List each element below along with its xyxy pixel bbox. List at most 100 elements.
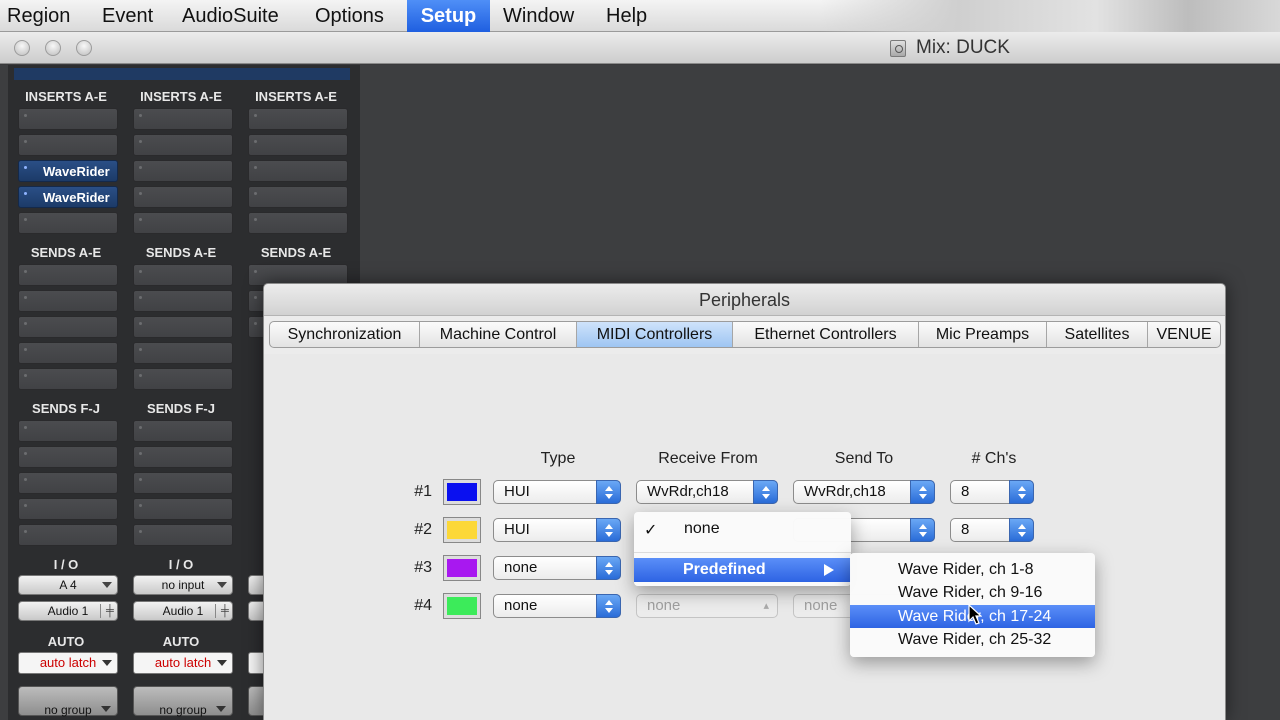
type-select[interactable]: HUI — [493, 518, 621, 542]
color-fill — [447, 483, 477, 501]
column-receive-from: Receive From — [658, 450, 758, 467]
automation-mode-selector[interactable]: auto latch — [133, 652, 233, 674]
chevron-down-icon — [101, 706, 111, 712]
tab-synchronization[interactable]: Synchronization — [270, 322, 420, 347]
tab-ethernet-controllers[interactable]: Ethernet Controllers — [733, 322, 919, 347]
submenu-item-wave-rider-ch-9-16[interactable]: Wave Rider, ch 9-16 — [850, 581, 1095, 604]
send-slot-b[interactable] — [133, 290, 233, 312]
insert-slot-e[interactable] — [18, 212, 118, 234]
output-selector[interactable]: Audio 1 ╪ — [18, 601, 118, 621]
tab-satellites[interactable]: Satellites — [1047, 322, 1148, 347]
submenu-item-wave-rider-ch-1-8[interactable]: Wave Rider, ch 1-8 — [850, 558, 1095, 581]
receive-from-select[interactable]: none ▴ — [636, 594, 778, 618]
inserts-label: INSERTS A-E — [140, 89, 222, 104]
insert-slot-d[interactable] — [133, 186, 233, 208]
input-selector[interactable]: no input — [133, 575, 233, 595]
send-slot-j[interactable] — [18, 524, 118, 546]
send-slot-h[interactable] — [133, 472, 233, 494]
send-slot-a[interactable] — [18, 264, 118, 286]
chevron-down-icon — [102, 660, 112, 666]
insert-slot-e[interactable] — [248, 212, 348, 234]
insert-slot-b[interactable] — [248, 134, 348, 156]
automation-mode-selector[interactable]: auto latch — [18, 652, 118, 674]
fader-icon: ╪ — [106, 605, 114, 617]
channels-select[interactable]: 8 — [950, 480, 1034, 504]
controller-color-swatch[interactable] — [443, 479, 481, 505]
input-selector[interactable]: A 4 — [18, 575, 118, 595]
send-slot-d[interactable] — [133, 342, 233, 364]
send-slot-e[interactable] — [133, 368, 233, 390]
menu-help[interactable]: Help — [593, 0, 660, 32]
zoom-window-button[interactable] — [76, 40, 92, 56]
channels-select[interactable]: 8 — [950, 518, 1034, 542]
stepper-arrows-icon — [910, 518, 935, 542]
send-to-select[interactable]: WvRdr,ch18 — [793, 480, 935, 504]
output-selector[interactable]: Audio 1 ╪ — [133, 601, 233, 621]
send-slot-c[interactable] — [18, 316, 118, 338]
send-slot-h[interactable] — [18, 472, 118, 494]
menu-item-none[interactable]: none — [684, 520, 720, 538]
insert-slot-c[interactable] — [133, 160, 233, 182]
insert-slot-b[interactable] — [18, 134, 118, 156]
send-slot-j[interactable] — [133, 524, 233, 546]
minimize-window-button[interactable] — [45, 40, 61, 56]
insert-slot-d[interactable] — [248, 186, 348, 208]
menu-event[interactable]: Event — [89, 0, 166, 32]
sends-fj-label: SENDS F-J — [147, 401, 215, 416]
menu-window[interactable]: Window — [490, 0, 587, 32]
menu-options[interactable]: Options — [302, 0, 397, 32]
group-selector[interactable]: no group — [18, 686, 118, 717]
menu-audiosuite[interactable]: AudioSuite — [169, 0, 292, 32]
insert-slot-e[interactable] — [133, 212, 233, 234]
insert-slot-c[interactable] — [248, 160, 348, 182]
insert-slot-d[interactable]: WaveRider — [18, 186, 118, 208]
tab-venue[interactable]: VENUE — [1148, 322, 1220, 347]
stepper-arrows-icon — [596, 594, 621, 618]
send-slot-g[interactable] — [133, 446, 233, 468]
submenu-item-wave-rider-ch-25-32[interactable]: Wave Rider, ch 25-32 — [850, 628, 1095, 651]
send-slot-f[interactable] — [18, 420, 118, 442]
send-slot-i[interactable] — [18, 498, 118, 520]
io-label: I / O — [168, 557, 194, 572]
stepper-arrows-icon — [1009, 480, 1034, 504]
send-slot-f[interactable] — [133, 420, 233, 442]
receive-from-menu: ✓ none Predefined — [634, 512, 851, 586]
controller-color-swatch[interactable] — [443, 555, 481, 581]
submenu-arrow-icon — [824, 564, 834, 576]
send-slot-a[interactable] — [133, 264, 233, 286]
send-slot-g[interactable] — [18, 446, 118, 468]
insert-slot-b[interactable] — [133, 134, 233, 156]
type-select[interactable]: none — [493, 556, 621, 580]
menu-setup[interactable]: Setup — [407, 0, 490, 32]
close-window-button[interactable] — [14, 40, 30, 56]
controller-color-swatch[interactable] — [443, 593, 481, 619]
insert-slot-a[interactable] — [248, 108, 348, 130]
sends-ae-label: SENDS A-E — [145, 245, 217, 260]
tab-midi-controllers[interactable]: MIDI Controllers — [577, 322, 733, 347]
tab-machine-control[interactable]: Machine Control — [420, 322, 577, 347]
controller-label: #1 — [414, 483, 432, 500]
send-slot-c[interactable] — [133, 316, 233, 338]
chevron-down-icon — [217, 660, 227, 666]
send-slot-e[interactable] — [18, 368, 118, 390]
menu-region[interactable]: Region — [0, 0, 83, 32]
menu-item-predefined[interactable]: Predefined — [634, 558, 851, 582]
color-fill — [447, 559, 477, 577]
insert-slot-c[interactable]: WaveRider — [18, 160, 118, 182]
controller-label: #4 — [414, 597, 432, 614]
mix-window-titlebar: Mix: DUCK — [0, 32, 1280, 64]
send-slot-b[interactable] — [18, 290, 118, 312]
tab-bar: Synchronization Machine Control MIDI Con… — [269, 321, 1221, 348]
send-slot-d[interactable] — [18, 342, 118, 364]
insert-slot-a[interactable] — [133, 108, 233, 130]
type-select[interactable]: HUI — [493, 480, 621, 504]
controller-color-swatch[interactable] — [443, 517, 481, 543]
type-select[interactable]: none — [493, 594, 621, 618]
send-slot-i[interactable] — [133, 498, 233, 520]
group-selector[interactable]: no group — [133, 686, 233, 717]
column-channels: # Ch's — [971, 450, 1017, 467]
stepper-arrows-icon — [596, 556, 621, 580]
tab-mic-preamps[interactable]: Mic Preamps — [919, 322, 1047, 347]
receive-from-select[interactable]: WvRdr,ch18 — [636, 480, 778, 504]
insert-slot-a[interactable] — [18, 108, 118, 130]
